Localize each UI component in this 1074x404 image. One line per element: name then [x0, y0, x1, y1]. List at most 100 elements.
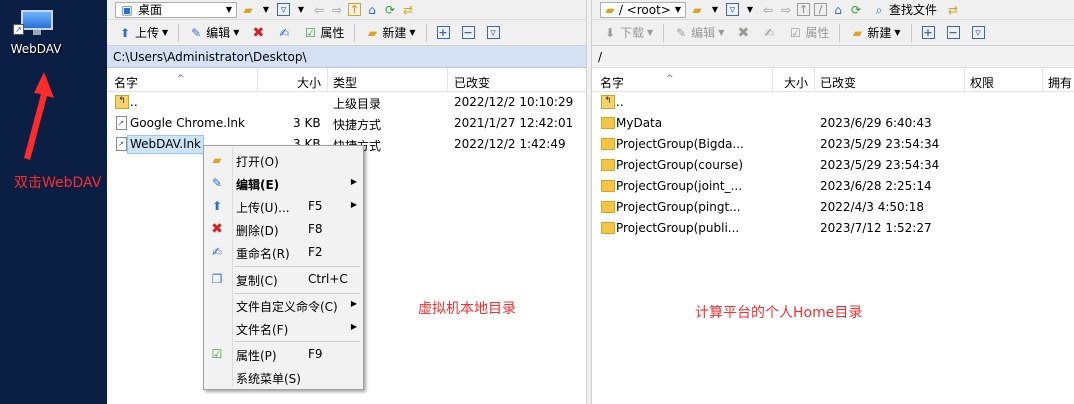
menu-item-properties[interactable]: ☑ 属性(P) F9: [204, 343, 363, 365]
file-modified: 2023/7/12 1:52:27: [820, 221, 932, 235]
chevron-down-icon: ▼: [647, 28, 654, 37]
col-name-header[interactable]: 名字: [114, 74, 138, 91]
forward-arrow-icon[interactable]: ⇨: [330, 3, 344, 17]
new-button[interactable]: ▰ 新建 ▼: [845, 22, 905, 44]
file-modified: 2023/5/29 23:54:34: [820, 158, 940, 172]
deselect-button[interactable]: −: [457, 22, 480, 44]
remote-path-bar[interactable]: /: [592, 46, 1074, 68]
file-modified: 2021/1/27 12:42:01: [454, 116, 574, 130]
rename-icon: ✍: [764, 25, 775, 40]
open-folder-icon[interactable]: ▰: [690, 3, 704, 17]
find-files-button[interactable]: ⌕ 查找文件: [867, 0, 942, 19]
open-folder-icon[interactable]: ▰: [241, 3, 255, 17]
col-modified-header[interactable]: 已改变: [820, 74, 856, 91]
col-permissions-header[interactable]: 权限: [970, 74, 994, 91]
table-row[interactable]: ProjectGroup(publi... 2023/7/12 1:52:27: [592, 218, 1074, 239]
col-size-header[interactable]: 大小: [784, 74, 808, 91]
filter-button[interactable]: ▿: [967, 22, 990, 44]
menu-item-rename[interactable]: ✍ 重命名(R) F2: [204, 241, 363, 263]
col-name-header[interactable]: 名字: [600, 74, 624, 91]
menu-separator: [234, 341, 360, 342]
home-icon[interactable]: ⌂: [365, 3, 379, 17]
table-row[interactable]: ProjectGroup(pingt... 2022/4/3 4:50:18: [592, 197, 1074, 218]
file-name: ProjectGroup(course): [616, 158, 744, 172]
rename-button[interactable]: ✍: [272, 22, 296, 44]
table-row[interactable]: ProjectGroup(Bigda... 2023/5/29 23:54:34: [592, 134, 1074, 155]
forward-arrow-icon[interactable]: ⇨: [779, 3, 793, 17]
local-address-row: ▣ 桌面 ▼ ▰ ▼ ▿ ▼ ⇦ ⇨ ↑ ⌂ ⟳ ⇄: [107, 0, 586, 20]
root-dir-icon[interactable]: /: [814, 3, 827, 16]
local-path-text: C:\Users\Administrator\Desktop\: [113, 49, 307, 64]
sync-icon[interactable]: ⇄: [401, 3, 415, 17]
refresh-icon[interactable]: ⟳: [849, 3, 863, 17]
upload-button[interactable]: ⬆ 上传 ▼: [113, 22, 173, 44]
col-size-header[interactable]: 大小: [297, 74, 321, 91]
table-row[interactable]: MyData 2023/6/29 6:40:43: [592, 113, 1074, 134]
local-column-header: 名字 ^ 大小 类型 已改变: [107, 68, 586, 92]
file-name: ProjectGroup(Bigda...: [616, 137, 744, 151]
menu-item-file-names[interactable]: 文件名(F) ▶: [204, 317, 363, 339]
menu-item-open[interactable]: ▰ 打开(O): [204, 149, 363, 171]
local-toolbar: ⬆ 上传 ▼ ✎ 编辑 ▼ ✖ ✍ ☑ 属性 ▰ 新建 ▼ + − ▿: [107, 20, 586, 46]
edit-button[interactable]: ✎ 编辑 ▼: [669, 22, 729, 44]
home-icon[interactable]: ⌂: [831, 3, 845, 17]
refresh-icon[interactable]: ⟳: [383, 3, 397, 17]
remote-panel: ▰ / <root> ▼ ▰ ▼ ▿ ▼ ⇦ ⇨ ↑ / ⌂ ⟳ ⌕ 查找文件 …: [591, 0, 1074, 404]
select-all-button[interactable]: +: [917, 22, 940, 44]
menu-item-copy[interactable]: ❐ 复制(C) Ctrl+C: [204, 268, 363, 290]
table-row[interactable]: ProjectGroup(course) 2023/5/29 23:54:34: [592, 155, 1074, 176]
table-row[interactable]: ↰ .. 上级目录 2022/12/2 10:10:29: [107, 92, 586, 113]
sync-icon[interactable]: ⇄: [946, 3, 960, 17]
local-drive-combo[interactable]: ▣ 桌面 ▼: [115, 1, 237, 18]
folder-open-icon: ▰: [212, 153, 222, 167]
remote-file-list: ↰ .. MyData 2023/6/29 6:40:43 ProjectGro…: [592, 92, 1074, 239]
desktop-folder-icon: ▣: [121, 2, 133, 17]
chevron-down-icon[interactable]: ▼: [708, 3, 722, 17]
parent-dir-icon[interactable]: ↑: [348, 3, 361, 16]
file-name: ..: [616, 95, 624, 109]
parent-dir-icon: ↰: [601, 95, 615, 109]
delete-icon: ✖: [211, 221, 223, 237]
table-row[interactable]: ProjectGroup(joint_... 2023/6/28 2:25:14: [592, 176, 1074, 197]
remote-path-text: /: [598, 49, 603, 64]
folder-icon: [601, 180, 615, 192]
properties-button[interactable]: ☑ 属性: [298, 22, 349, 44]
rename-button[interactable]: ✍: [757, 22, 781, 44]
table-row[interactable]: ↗ Google Chrome.lnk 3 KB 快捷方式 2021/1/27 …: [107, 113, 586, 134]
menu-item-custom-commands[interactable]: 文件自定义命令(C) ▶: [204, 294, 363, 316]
col-modified-header[interactable]: 已改变: [454, 74, 490, 91]
chevron-down-icon[interactable]: ▼: [294, 3, 308, 17]
filter-icon[interactable]: ▿: [726, 3, 739, 16]
properties-button[interactable]: ☑ 属性: [783, 22, 834, 44]
col-owner-header[interactable]: 拥有: [1048, 74, 1072, 91]
filter-button[interactable]: ▿: [482, 22, 505, 44]
select-all-button[interactable]: +: [432, 22, 455, 44]
menu-item-edit[interactable]: ✎ 编辑(E) ▶: [204, 172, 363, 194]
file-modified: 2022/12/2 10:10:29: [454, 95, 574, 109]
delete-button[interactable]: ✖: [246, 22, 270, 44]
parent-dir-icon[interactable]: ↑: [797, 3, 810, 16]
new-button[interactable]: ▰ 新建 ▼: [360, 22, 420, 44]
back-arrow-icon[interactable]: ⇦: [312, 3, 326, 17]
delete-icon: ✖: [252, 24, 265, 41]
local-path-bar[interactable]: C:\Users\Administrator\Desktop\: [107, 46, 586, 68]
menu-item-system-menu[interactable]: 系统菜单(S): [204, 366, 363, 388]
plus-icon: +: [921, 26, 935, 39]
remote-column-header: 名字 ^ 大小 已改变 权限 拥有: [592, 68, 1074, 92]
menu-item-upload[interactable]: ⬆ 上传(U)... F5 ▶: [204, 195, 363, 217]
deselect-button[interactable]: −: [942, 22, 965, 44]
remote-dir-combo[interactable]: ▰ / <root> ▼: [600, 1, 686, 18]
back-arrow-icon[interactable]: ⇦: [761, 3, 775, 17]
col-type-header[interactable]: 类型: [333, 74, 357, 91]
filter-icon[interactable]: ▿: [277, 3, 290, 16]
chevron-down-icon[interactable]: ▼: [743, 3, 757, 17]
chevron-down-icon: ▼: [674, 5, 681, 14]
edit-button[interactable]: ✎ 编辑 ▼: [184, 22, 244, 44]
menu-item-delete[interactable]: ✖ 删除(D) F8: [204, 218, 363, 240]
delete-button[interactable]: ✖: [731, 22, 755, 44]
download-button[interactable]: ⬇ 下载 ▼: [598, 22, 658, 44]
table-row[interactable]: ↰ ..: [592, 92, 1074, 113]
chevron-down-icon[interactable]: ▼: [259, 3, 273, 17]
file-size: 3 KB: [293, 116, 321, 130]
submenu-arrow-icon: ▶: [350, 299, 357, 308]
